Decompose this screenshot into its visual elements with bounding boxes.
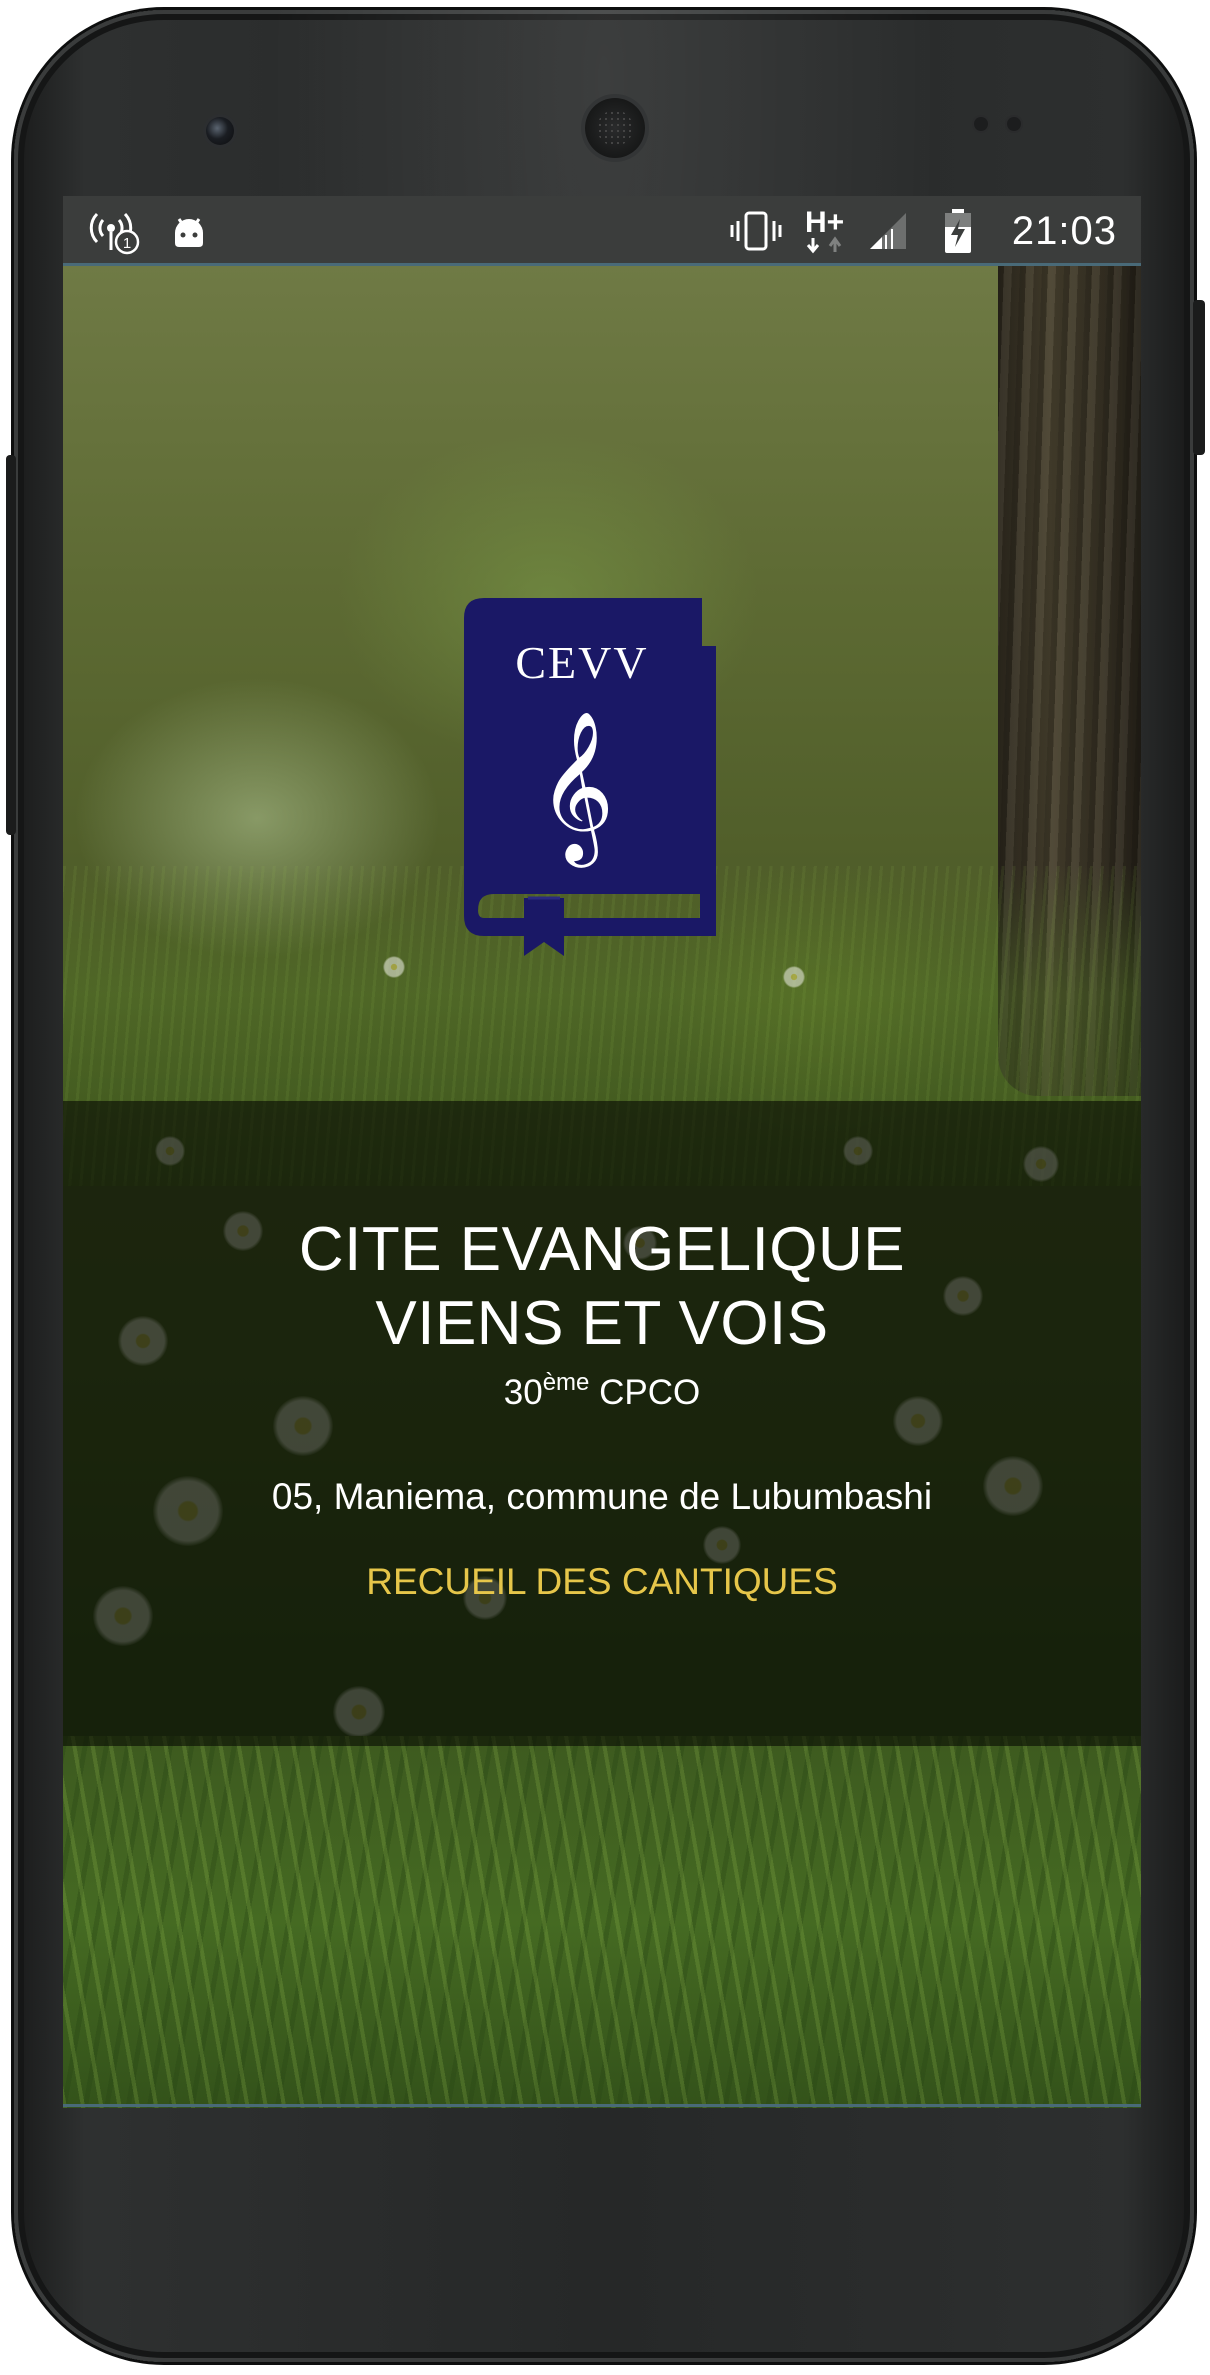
proximity-sensor xyxy=(974,117,988,131)
notification-count: 1 xyxy=(123,235,131,252)
splash-background xyxy=(63,266,1141,2108)
assembly-name: CPCO xyxy=(599,1373,701,1412)
earpiece-grill xyxy=(597,110,633,146)
earpiece-speaker xyxy=(585,98,645,158)
front-camera xyxy=(206,117,234,145)
assembly-subtitle: 30ème CPCO xyxy=(63,1371,1141,1415)
clock: 21:03 xyxy=(1011,208,1117,253)
info-overlay-panel xyxy=(63,1101,1141,1746)
screen-bottom-edge xyxy=(63,2104,1141,2107)
treble-clef-icon: 𝄞 xyxy=(538,709,615,868)
device-stage: 1 H+ 21:03 CEVV 𝄞 CITE EVANGELIQUE VIENS… xyxy=(0,0,1210,2375)
church-name: CITE EVANGELIQUE VIENS ET VOIS xyxy=(63,1213,1141,1361)
light-sensor xyxy=(1007,117,1021,131)
church-name-line2: VIENS ET VOIS xyxy=(375,1289,829,1358)
flower-image xyxy=(783,966,805,988)
network-type-label: H+ xyxy=(805,206,844,239)
wifi-hotspot-icon: 1 xyxy=(89,196,143,266)
church-address: 05, Maniema, commune de Lubumbashi xyxy=(271,1476,933,1517)
assembly-number: 30 xyxy=(503,1373,543,1412)
android-debug-icon xyxy=(169,196,209,266)
church-name-line1: CITE EVANGELIQUE xyxy=(298,1215,906,1284)
screen: 1 H+ 21:03 CEVV 𝄞 CITE EVANGELIQUE VIENS… xyxy=(63,196,1141,2108)
network-hplus-icon: H+ xyxy=(805,196,857,266)
logo-label: CEVV xyxy=(515,637,648,688)
hymnal-book-logo: CEVV 𝄞 xyxy=(464,598,740,958)
flower-image xyxy=(383,956,405,978)
signal-icon xyxy=(868,196,908,266)
vibrate-icon xyxy=(728,196,784,266)
power-button xyxy=(1193,300,1205,455)
status-bar: 1 H+ 21:03 xyxy=(63,196,1141,266)
volume-button xyxy=(6,455,16,835)
hymnal-link[interactable]: RECUEIL DES CANTIQUES xyxy=(63,1559,1141,1605)
assembly-number-suffix: ème xyxy=(542,1369,590,1396)
foreground-grass-image xyxy=(63,1736,1141,2108)
battery-charging-icon xyxy=(943,196,973,266)
